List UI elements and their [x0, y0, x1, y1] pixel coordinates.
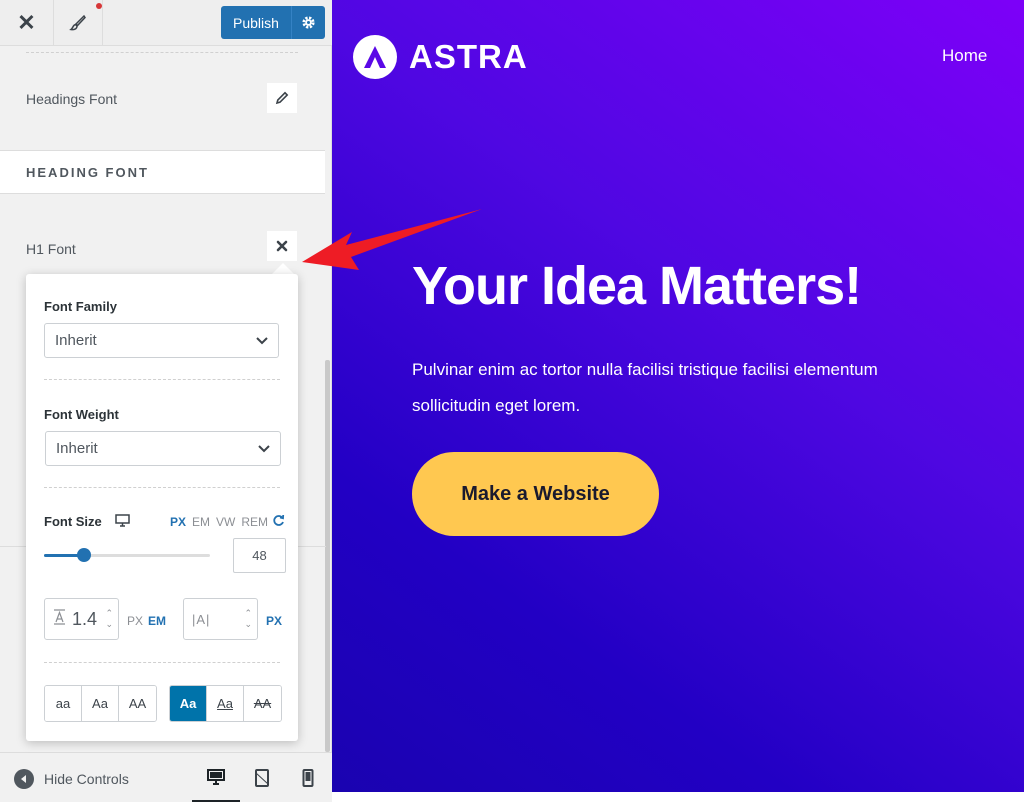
- popover-caret: [272, 263, 294, 274]
- h1-font-label: H1 Font: [26, 241, 76, 257]
- hide-controls-label: Hide Controls: [44, 771, 129, 787]
- font-weight-select[interactable]: Inherit: [45, 431, 281, 466]
- line-height-unit-px[interactable]: PX: [127, 614, 143, 628]
- make-website-button[interactable]: Make a Website: [412, 452, 659, 536]
- unit-px[interactable]: PX: [170, 515, 186, 529]
- line-height-unit-em[interactable]: EM: [148, 614, 166, 628]
- publish-label: Publish: [233, 14, 279, 31]
- unit-vw[interactable]: VW: [216, 515, 235, 529]
- stepper-arrows-icon[interactable]: ⌃ ⌄: [244, 608, 252, 630]
- chevron-down-icon: [258, 440, 270, 457]
- font-settings-popover: Font Family Inherit Font Weight Inherit …: [26, 274, 298, 741]
- line-height-value: 1.4: [72, 608, 98, 629]
- capitalize-button[interactable]: Aa: [82, 686, 119, 721]
- font-weight-value: Inherit: [56, 440, 98, 457]
- slider-handle[interactable]: [77, 548, 91, 562]
- gear-icon[interactable]: [291, 6, 325, 39]
- collapse-arrow-icon: [14, 769, 34, 789]
- font-size-label: Font Size: [44, 514, 102, 529]
- close-popover-icon[interactable]: [267, 231, 297, 261]
- divider: [44, 487, 280, 488]
- desktop-device-icon[interactable]: [115, 514, 130, 532]
- headings-font-label: Headings Font: [26, 91, 118, 107]
- stepper-arrows-icon[interactable]: ⌃ ⌄: [105, 608, 113, 630]
- hide-controls-button[interactable]: Hide Controls: [14, 769, 129, 789]
- close-icon[interactable]: ✕: [0, 0, 54, 45]
- section-title-heading-font: HEADING FONT: [0, 150, 325, 194]
- lowercase-button[interactable]: aa: [45, 686, 82, 721]
- letter-spacing-icon: |A|: [192, 611, 211, 627]
- unit-rem[interactable]: REM: [241, 515, 268, 529]
- text-transform-group: aa Aa AA: [44, 685, 157, 722]
- site-preview: ASTRA Home Your Idea Matters! Pulvinar e…: [332, 0, 1024, 792]
- font-family-select[interactable]: Inherit: [44, 323, 279, 358]
- preview-bottom-edge: [332, 792, 1024, 802]
- font-family-value: Inherit: [55, 332, 97, 349]
- line-height-icon: [53, 608, 66, 630]
- line-height-input[interactable]: 1.4 ⌃ ⌄: [44, 598, 119, 640]
- underline-button[interactable]: Aa: [207, 686, 244, 721]
- nav-home-link[interactable]: Home: [942, 46, 987, 66]
- uppercase-button[interactable]: AA: [119, 686, 156, 721]
- tablet-preview-icon[interactable]: [238, 753, 286, 802]
- divider: [26, 52, 298, 53]
- logo-text: ASTRA: [409, 38, 528, 75]
- reset-icon[interactable]: [272, 514, 285, 532]
- font-size-units: PX EM VW REM: [170, 515, 268, 529]
- sidebar-scrollbar[interactable]: [325, 360, 330, 752]
- divider: [44, 379, 280, 380]
- decoration-none-button[interactable]: Aa: [170, 686, 207, 721]
- customizer-footer: Hide Controls: [0, 752, 332, 802]
- chevron-down-icon: [256, 332, 268, 349]
- divider: [44, 662, 280, 663]
- font-size-input[interactable]: 48: [233, 538, 286, 573]
- text-decoration-group: Aa Aa AA: [169, 685, 282, 722]
- hero-text: Pulvinar enim ac tortor nulla facilisi t…: [412, 360, 878, 415]
- desktop-preview-icon[interactable]: [192, 753, 240, 802]
- mobile-preview-icon[interactable]: [284, 753, 332, 802]
- letter-spacing-input[interactable]: |A| ⌃ ⌄: [183, 598, 258, 640]
- unit-em[interactable]: EM: [192, 515, 210, 529]
- site-logo[interactable]: ASTRA: [353, 35, 528, 79]
- font-weight-label: Font Weight: [44, 407, 119, 422]
- astra-logo-icon: [353, 35, 397, 79]
- strikethrough-button[interactable]: AA: [244, 686, 281, 721]
- publish-button[interactable]: Publish: [221, 6, 325, 39]
- notification-dot: [96, 3, 102, 9]
- font-family-label: Font Family: [44, 299, 117, 314]
- pencil-icon[interactable]: [267, 83, 297, 113]
- font-size-slider[interactable]: [44, 548, 210, 562]
- letter-spacing-unit-px[interactable]: PX: [266, 614, 282, 628]
- customizer-topbar: ✕ Publish: [0, 0, 332, 46]
- hero-title: Your Idea Matters!: [412, 256, 862, 316]
